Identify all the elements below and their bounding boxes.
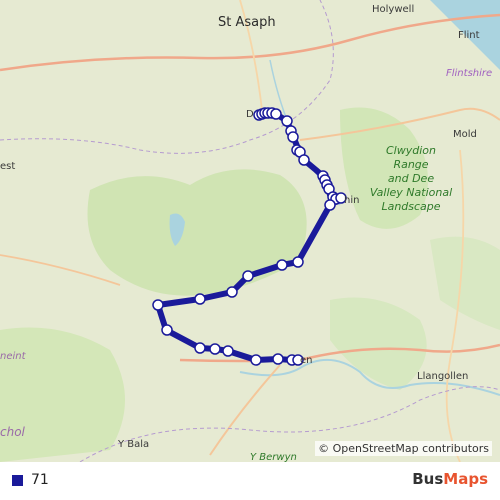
place-st-asaph: St Asaph <box>218 15 276 30</box>
place-west: est <box>0 161 16 172</box>
bus-stop-marker[interactable] <box>272 353 284 365</box>
place-llangollen: Llangollen <box>417 371 469 382</box>
east-fields <box>430 236 500 330</box>
busmaps-logo[interactable]: BusMaps <box>412 470 488 488</box>
logo-text-maps: Maps <box>443 470 488 488</box>
bus-stop-marker[interactable] <box>226 286 238 298</box>
route-color-swatch <box>12 475 23 486</box>
logo-text-bus: Bus <box>412 470 444 488</box>
region-meirionnydd: neint <box>0 351 26 362</box>
bus-stop-marker[interactable] <box>287 131 299 143</box>
route-label: 71 <box>31 472 49 488</box>
bus-stop-marker[interactable] <box>209 343 221 355</box>
national-park-label: Clwydion Range and Dee Valley National L… <box>369 144 453 213</box>
place-holywell: Holywell <box>372 4 415 15</box>
region-y-berwyn: Y Berwyn <box>250 452 297 462</box>
map-view[interactable]: St Asaph Holywell Flint Mold Llangollen … <box>0 0 500 462</box>
bus-stop-marker[interactable] <box>276 259 288 271</box>
bus-stop-marker[interactable] <box>298 154 310 166</box>
region-chol: chol <box>0 425 25 439</box>
bus-stop-marker[interactable] <box>281 115 293 127</box>
bus-stop-marker[interactable] <box>152 299 164 311</box>
park-area <box>87 169 307 296</box>
bus-stop-marker[interactable] <box>242 270 254 282</box>
place-ruthin: hin <box>344 195 360 206</box>
bus-stop-marker[interactable] <box>292 256 304 268</box>
bus-stop-marker[interactable] <box>161 324 173 336</box>
woods-area <box>330 297 427 390</box>
place-mold: Mold <box>453 129 477 140</box>
bus-stop-marker[interactable] <box>194 293 206 305</box>
map-attribution[interactable]: © OpenStreetMap contributors <box>315 441 492 456</box>
bus-stop-marker[interactable] <box>194 342 206 354</box>
road-a494 <box>209 364 281 456</box>
place-y-bala: Y Bala <box>118 439 150 450</box>
bus-stop-marker[interactable] <box>270 108 282 120</box>
bus-stop-marker[interactable] <box>250 354 262 366</box>
place-corwen: en <box>300 355 313 366</box>
county-border <box>0 0 334 154</box>
bus-stop-marker[interactable] <box>222 345 234 357</box>
place-denbigh: D <box>246 109 254 120</box>
region-flintshire: Flintshire <box>446 68 493 79</box>
park-area-south <box>0 327 125 462</box>
bus-stop-marker[interactable] <box>324 199 336 211</box>
place-flint: Flint <box>458 30 480 41</box>
map-canvas <box>0 0 500 462</box>
